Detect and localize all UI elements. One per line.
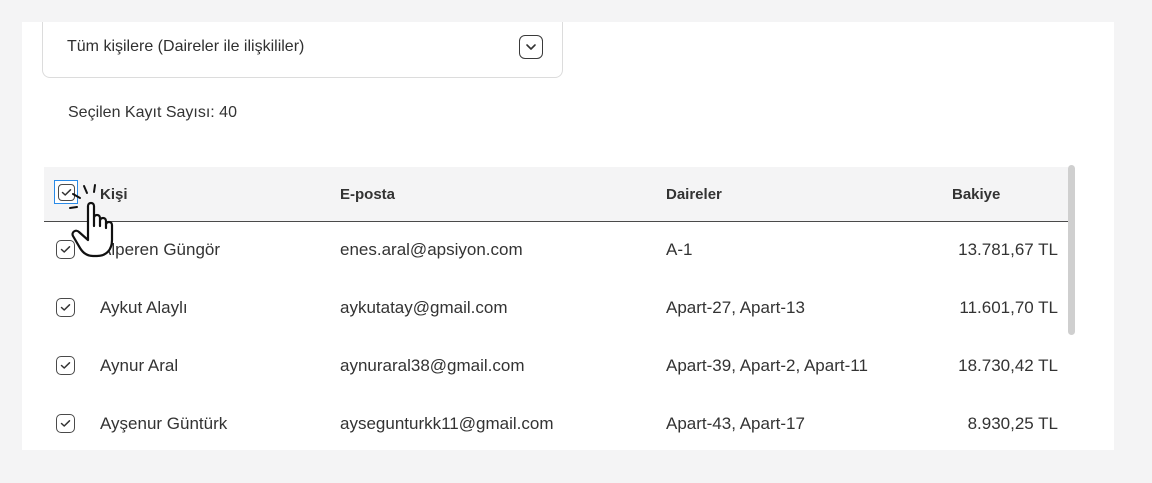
row-balance: 13.781,67 TL: [958, 240, 1058, 259]
table-row[interactable]: Ayşenur Güntürk aysegunturkk11@gmail.com…: [44, 395, 1068, 453]
row-person-name: Aykut Alaylı: [100, 298, 188, 317]
table-row[interactable]: Alperen Güngör enes.aral@apsiyon.com A-1…: [44, 221, 1068, 279]
row-email: enes.aral@apsiyon.com: [340, 240, 523, 259]
row-person-name: Ayşenur Güntürk: [100, 414, 228, 433]
column-header-units[interactable]: Daireler: [666, 186, 722, 203]
selected-record-count: Seçilen Kayıt Sayısı: 40: [68, 104, 237, 121]
row-balance: 18.730,42 TL: [958, 356, 1058, 375]
table-header: Kişi E-posta Daireler Bakiye: [44, 167, 1068, 222]
row-balance: 11.601,70 TL: [959, 298, 1058, 317]
row-units: Apart-27, Apart-13: [666, 298, 805, 317]
table-row[interactable]: Aynur Aral aynuraral38@gmail.com Apart-3…: [44, 337, 1068, 395]
row-balance: 8.930,25 TL: [967, 414, 1058, 433]
row-checkbox[interactable]: [56, 356, 75, 375]
row-units: Apart-39, Apart-2, Apart-11: [666, 356, 868, 375]
recipient-filter-value: Tüm kişilere (Daireler ile ilişkililer): [67, 38, 305, 55]
row-email: aysegunturkk11@gmail.com: [340, 414, 554, 433]
table-row[interactable]: Aykut Alaylı aykutatay@gmail.com Apart-2…: [44, 279, 1068, 337]
row-units: A-1: [666, 240, 693, 259]
row-person-name: Aynur Aral: [100, 356, 179, 375]
hand-pointer-icon: [69, 184, 114, 258]
recipient-filter-select[interactable]: Tüm kişilere (Daireler ile ilişkililer): [42, 22, 563, 78]
checkmark-icon: [60, 304, 71, 311]
chevron-down-icon[interactable]: [519, 35, 543, 59]
table-scrollbar[interactable]: [1068, 165, 1075, 335]
checkmark-icon: [60, 420, 71, 427]
row-email: aykutatay@gmail.com: [340, 298, 508, 317]
column-header-email[interactable]: E-posta: [340, 186, 395, 203]
row-checkbox[interactable]: [56, 298, 75, 317]
recipients-panel: Tüm kişilere (Daireler ile ilişkililer) …: [22, 22, 1114, 450]
checkmark-icon: [60, 362, 71, 369]
row-email: aynuraral38@gmail.com: [340, 356, 525, 375]
row-units: Apart-43, Apart-17: [666, 414, 805, 433]
column-header-balance[interactable]: Bakiye: [952, 186, 1000, 203]
row-checkbox[interactable]: [56, 414, 75, 433]
